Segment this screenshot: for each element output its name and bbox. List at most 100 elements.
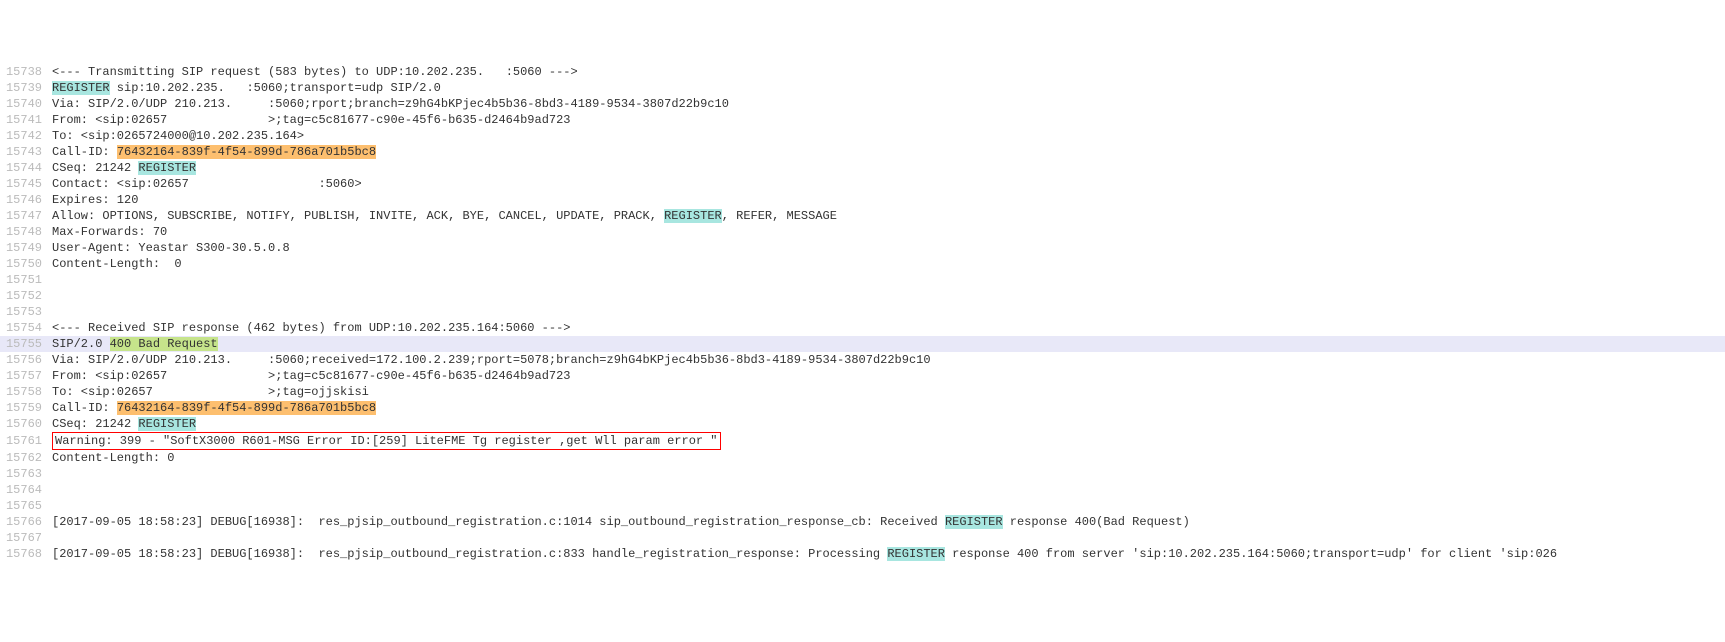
line-number: 15761: [0, 433, 52, 449]
log-line[interactable]: 15744CSeq: 21242 REGISTER: [0, 160, 1725, 176]
line-number: 15758: [0, 384, 52, 400]
log-line[interactable]: 15755SIP/2.0 400 Bad Request: [0, 336, 1725, 352]
line-number: 15766: [0, 514, 52, 530]
line-content: Allow: OPTIONS, SUBSCRIBE, NOTIFY, PUBLI…: [52, 208, 1725, 224]
text-segment: <--- Transmitting SIP request (583 bytes…: [52, 65, 484, 79]
text-segment: From: <sip:02657: [52, 113, 167, 127]
log-line[interactable]: 15765: [0, 498, 1725, 514]
text-segment: Call-ID:: [52, 401, 117, 415]
text-segment: response 400 from server 'sip:10.202.235…: [945, 547, 1557, 561]
log-line[interactable]: 15740Via: SIP/2.0/UDP 210.213. :5060;rpo…: [0, 96, 1725, 112]
log-line[interactable]: 15758To: <sip:02657 >;tag=ojjskisi: [0, 384, 1725, 400]
text-segment: Max-Forwards: 70: [52, 225, 167, 239]
text-segment: >;tag=c5c81677-c90e-45f6-b635-d2464b9ad7…: [268, 369, 570, 383]
line-number: 15751: [0, 272, 52, 288]
line-content: From: <sip:02657 >;tag=c5c81677-c90e-45f…: [52, 112, 1725, 128]
line-content: [2017-09-05 18:58:23] DEBUG[16938]: res_…: [52, 546, 1725, 562]
line-content: Expires: 120: [52, 192, 1725, 208]
log-line[interactable]: 15768[2017-09-05 18:58:23] DEBUG[16938]:…: [0, 546, 1725, 562]
text-segment: >;tag=ojjskisi: [268, 385, 369, 399]
text-segment: sip:10.202.235.: [110, 81, 225, 95]
line-content: Contact: <sip:02657 :5060>: [52, 176, 1725, 192]
line-number: 15749: [0, 240, 52, 256]
line-number: 15764: [0, 482, 52, 498]
line-number: 15741: [0, 112, 52, 128]
line-content: Content-Length: 0: [52, 256, 1725, 272]
text-segment: , REFER, MESSAGE: [722, 209, 837, 223]
text-segment: >;tag=c5c81677-c90e-45f6-b635-d2464b9ad7…: [268, 113, 570, 127]
line-number: 15759: [0, 400, 52, 416]
log-line[interactable]: 15746Expires: 120: [0, 192, 1725, 208]
log-line[interactable]: 15762Content-Length: 0: [0, 450, 1725, 466]
text-segment: Via: SIP/2.0/UDP 210.213.: [52, 353, 232, 367]
text-segment: CSeq: 21242: [52, 417, 138, 431]
warning-box: Warning: 399 - "SoftX3000 R601-MSG Error…: [52, 432, 721, 450]
log-line[interactable]: 15766[2017-09-05 18:58:23] DEBUG[16938]:…: [0, 514, 1725, 530]
log-line[interactable]: 15745Contact: <sip:02657 :5060>: [0, 176, 1725, 192]
log-line[interactable]: 15747Allow: OPTIONS, SUBSCRIBE, NOTIFY, …: [0, 208, 1725, 224]
log-line[interactable]: 15767: [0, 530, 1725, 546]
log-line[interactable]: 15743Call-ID: 76432164-839f-4f54-899d-78…: [0, 144, 1725, 160]
line-content: Via: SIP/2.0/UDP 210.213. :5060;received…: [52, 352, 1725, 368]
line-number: 15762: [0, 450, 52, 466]
text-segment: Allow: OPTIONS, SUBSCRIBE, NOTIFY, PUBLI…: [52, 209, 664, 223]
line-number: 15757: [0, 368, 52, 384]
highlight-register: REGISTER: [664, 209, 722, 223]
log-line[interactable]: 15761Warning: 399 - "SoftX3000 R601-MSG …: [0, 432, 1725, 450]
line-content: REGISTER sip:10.202.235. :5060;transport…: [52, 80, 1725, 96]
log-line[interactable]: 15751: [0, 272, 1725, 288]
line-content: To: <sip:0265724000@10.202.235.164>: [52, 128, 1725, 144]
line-number: 15760: [0, 416, 52, 432]
text-segment: [2017-09-05 18:58:23] DEBUG[16938]: res_…: [52, 515, 945, 529]
text-segment: To: <sip:02657: [52, 385, 153, 399]
log-line[interactable]: 15760CSeq: 21242 REGISTER: [0, 416, 1725, 432]
redacted-text: [225, 81, 247, 95]
log-line[interactable]: 15763: [0, 466, 1725, 482]
log-line[interactable]: 15756Via: SIP/2.0/UDP 210.213. :5060;rec…: [0, 352, 1725, 368]
line-number: 15744: [0, 160, 52, 176]
text-segment: From: <sip:02657: [52, 369, 167, 383]
text-segment: To: <sip:0265724000@10.202.235.164>: [52, 129, 304, 143]
line-number: 15740: [0, 96, 52, 112]
highlight-register: REGISTER: [945, 515, 1003, 529]
log-viewer[interactable]: 15738<--- Transmitting SIP request (583 …: [0, 64, 1725, 562]
line-number: 15753: [0, 304, 52, 320]
redacted-text: [167, 369, 268, 383]
log-line[interactable]: 15741From: <sip:02657 >;tag=c5c81677-c90…: [0, 112, 1725, 128]
log-line[interactable]: 15753: [0, 304, 1725, 320]
line-content: Via: SIP/2.0/UDP 210.213. :5060;rport;br…: [52, 96, 1725, 112]
log-line[interactable]: 15764: [0, 482, 1725, 498]
highlight-register: REGISTER: [138, 417, 196, 431]
text-segment: Content-Length: 0: [52, 257, 182, 271]
log-line[interactable]: 15750Content-Length: 0: [0, 256, 1725, 272]
line-number: 15743: [0, 144, 52, 160]
line-number: 15739: [0, 80, 52, 96]
redacted-text: [232, 97, 268, 111]
log-line[interactable]: 15754<--- Received SIP response (462 byt…: [0, 320, 1725, 336]
text-segment: Contact: <sip:02657: [52, 177, 189, 191]
log-line[interactable]: 15759Call-ID: 76432164-839f-4f54-899d-78…: [0, 400, 1725, 416]
line-content: To: <sip:02657 >;tag=ojjskisi: [52, 384, 1725, 400]
line-content: Call-ID: 76432164-839f-4f54-899d-786a701…: [52, 400, 1725, 416]
line-content: <--- Received SIP response (462 bytes) f…: [52, 320, 1725, 336]
log-line[interactable]: 15757From: <sip:02657 >;tag=c5c81677-c90…: [0, 368, 1725, 384]
line-number: 15754: [0, 320, 52, 336]
redacted-text: [484, 65, 506, 79]
line-content: Max-Forwards: 70: [52, 224, 1725, 240]
log-line[interactable]: 15752: [0, 288, 1725, 304]
line-number: 15750: [0, 256, 52, 272]
log-line[interactable]: 15739REGISTER sip:10.202.235. :5060;tran…: [0, 80, 1725, 96]
text-segment: :5060;rport;branch=z9hG4bKPjec4b5b36-8bd…: [268, 97, 729, 111]
line-number: 15748: [0, 224, 52, 240]
highlight-status: 400 Bad Request: [110, 337, 218, 351]
log-line[interactable]: 15738<--- Transmitting SIP request (583 …: [0, 64, 1725, 80]
highlight-register: REGISTER: [138, 161, 196, 175]
log-line[interactable]: 15742To: <sip:0265724000@10.202.235.164>: [0, 128, 1725, 144]
log-line[interactable]: 15748Max-Forwards: 70: [0, 224, 1725, 240]
line-number: 15767: [0, 530, 52, 546]
log-line[interactable]: 15749User-Agent: Yeastar S300-30.5.0.8: [0, 240, 1725, 256]
text-segment: :5060;received=172.100.2.239;rport=5078;…: [268, 353, 931, 367]
text-segment: :5060 --->: [506, 65, 578, 79]
line-content: CSeq: 21242 REGISTER: [52, 160, 1725, 176]
redacted-text: [232, 353, 268, 367]
